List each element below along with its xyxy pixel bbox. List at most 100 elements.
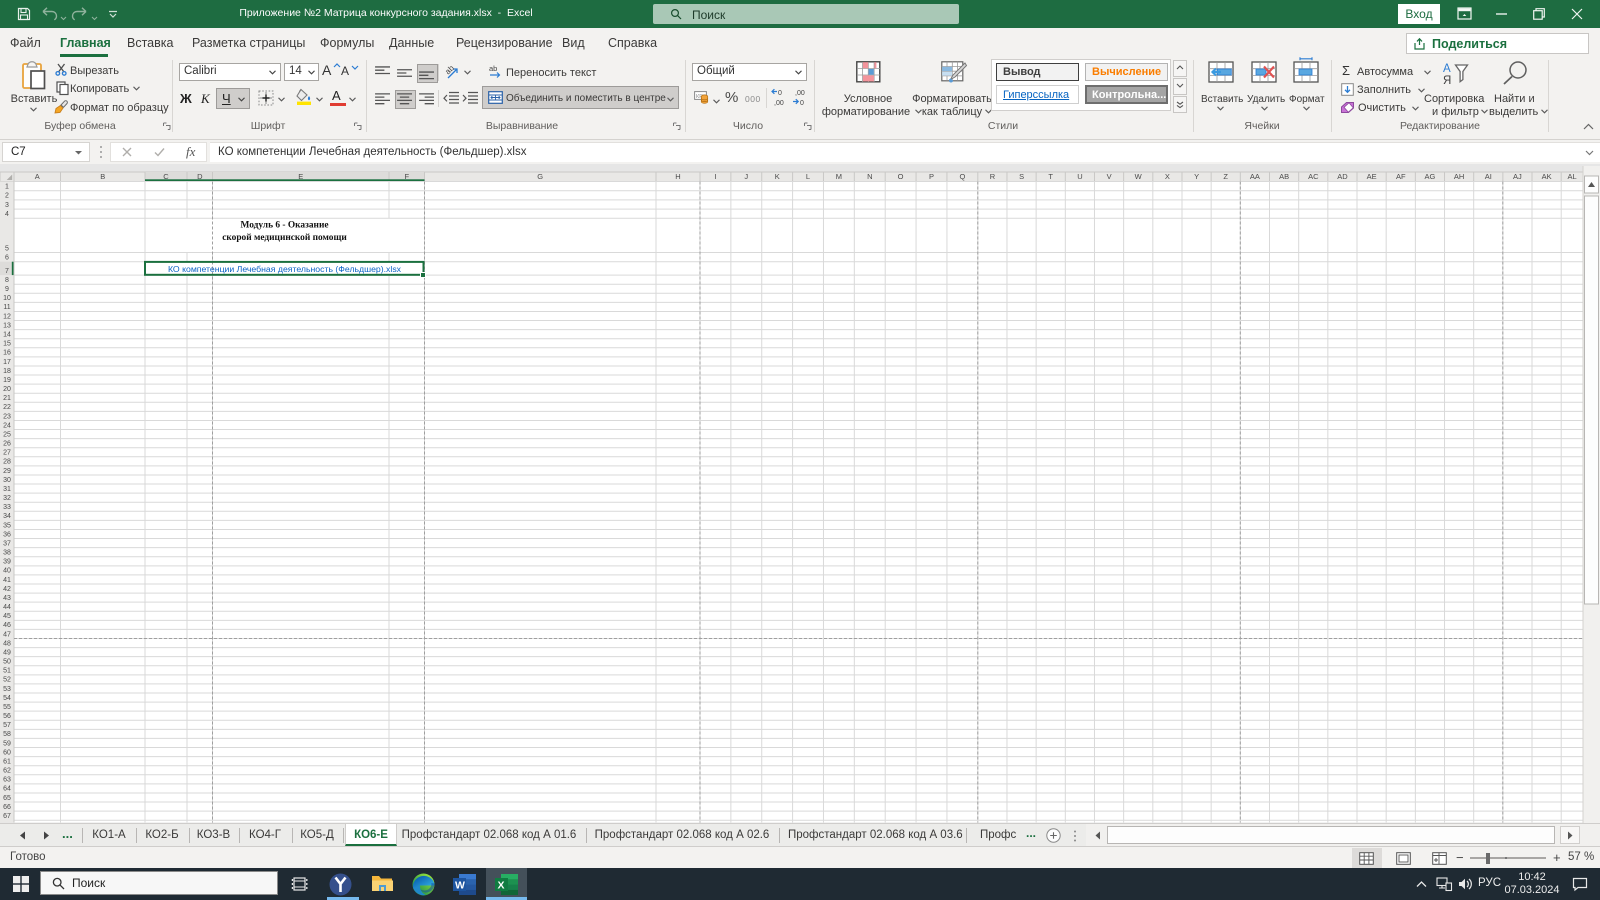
svg-text:0: 0: [778, 90, 782, 97]
svg-text:40: 40: [3, 568, 11, 575]
svg-text:13: 13: [3, 322, 11, 329]
svg-text:AA: AA: [1250, 172, 1260, 181]
svg-text:Q: Q: [959, 172, 965, 181]
svg-text:8: 8: [5, 277, 9, 284]
svg-text:50: 50: [3, 659, 11, 666]
svg-text:66: 66: [3, 804, 11, 811]
svg-text:38: 38: [3, 550, 11, 557]
svg-text:Z: Z: [1223, 172, 1228, 181]
svg-text:ab: ab: [443, 63, 456, 76]
svg-text:R: R: [990, 172, 996, 181]
svg-text:U: U: [1077, 172, 1082, 181]
svg-text:43: 43: [3, 595, 11, 602]
svg-text:37: 37: [3, 540, 11, 547]
svg-text:59: 59: [3, 740, 11, 747]
svg-text:65: 65: [3, 795, 11, 802]
svg-text:N: N: [867, 172, 872, 181]
svg-text:B: B: [100, 172, 105, 181]
svg-text:54: 54: [3, 695, 11, 702]
svg-text:25: 25: [3, 431, 11, 438]
svg-text:AL: AL: [1568, 172, 1577, 181]
svg-text:55: 55: [3, 704, 11, 711]
svg-text:6: 6: [5, 255, 9, 262]
svg-text:X: X: [498, 880, 505, 892]
svg-text:53: 53: [3, 686, 11, 693]
svg-text:,00: ,00: [795, 90, 805, 97]
svg-text:А: А: [1443, 63, 1451, 75]
svg-text:67: 67: [3, 813, 11, 820]
svg-text:34: 34: [3, 513, 11, 520]
svg-text:30: 30: [3, 477, 11, 484]
svg-text:скорой медицинской помощи: скорой медицинской помощи: [222, 232, 347, 243]
svg-text:56: 56: [3, 713, 11, 720]
svg-text:58: 58: [3, 731, 11, 738]
svg-text:X: X: [1165, 172, 1170, 181]
svg-text:32: 32: [3, 495, 11, 502]
svg-text:P: P: [929, 172, 934, 181]
svg-text:48: 48: [3, 640, 11, 647]
svg-text:AK: AK: [1542, 172, 1552, 181]
svg-text:24: 24: [3, 422, 11, 429]
svg-text:63: 63: [3, 777, 11, 784]
svg-text:44: 44: [3, 604, 11, 611]
svg-text:AF: AF: [1396, 172, 1406, 181]
svg-text:61: 61: [3, 759, 11, 766]
svg-text:36: 36: [3, 531, 11, 538]
svg-text:42: 42: [3, 586, 11, 593]
svg-text:33: 33: [3, 504, 11, 511]
svg-text:AH: AH: [1454, 172, 1464, 181]
svg-text:,00: ,00: [774, 100, 784, 107]
svg-text:11: 11: [3, 304, 10, 311]
svg-text:9: 9: [5, 286, 9, 293]
svg-text:AE: AE: [1367, 172, 1377, 181]
svg-text:57: 57: [3, 722, 11, 729]
svg-text:64: 64: [3, 786, 11, 793]
svg-text:A: A: [35, 172, 40, 181]
svg-text:31: 31: [3, 486, 11, 493]
svg-text:AC: AC: [1308, 172, 1319, 181]
svg-text:ab: ab: [489, 64, 497, 73]
svg-text:5: 5: [5, 245, 9, 252]
svg-text:15: 15: [3, 341, 11, 348]
svg-text:W: W: [1135, 172, 1143, 181]
svg-text:Я: Я: [1443, 75, 1451, 87]
svg-text:КО компетенции Лечебная деятел: КО компетенции Лечебная деятельность (Фе…: [168, 264, 402, 274]
svg-text:19: 19: [3, 377, 11, 384]
svg-text:AJ: AJ: [1513, 172, 1522, 181]
svg-text:27: 27: [3, 450, 11, 457]
svg-text:23: 23: [3, 413, 11, 420]
svg-text:1: 1: [5, 184, 9, 191]
svg-text:4: 4: [5, 211, 9, 218]
svg-text:62: 62: [3, 768, 11, 775]
svg-text:T: T: [1048, 172, 1053, 181]
svg-text:49: 49: [3, 650, 11, 657]
svg-text:22: 22: [3, 404, 11, 411]
svg-text:V: V: [1107, 172, 1112, 181]
svg-text:29: 29: [3, 468, 11, 475]
svg-text:I: I: [714, 172, 716, 181]
svg-text:60: 60: [3, 749, 11, 756]
svg-text:46: 46: [3, 622, 11, 629]
svg-text:3: 3: [5, 202, 9, 209]
svg-text:O: O: [898, 172, 904, 181]
svg-text:41: 41: [3, 577, 11, 584]
svg-text:K: K: [775, 172, 780, 181]
svg-text:21: 21: [3, 395, 11, 402]
svg-text:AI: AI: [1485, 172, 1492, 181]
svg-text:47: 47: [3, 631, 11, 638]
svg-text:S: S: [1019, 172, 1024, 181]
svg-text:12: 12: [3, 313, 11, 320]
svg-text:39: 39: [3, 559, 11, 566]
svg-text:AD: AD: [1337, 172, 1348, 181]
svg-text:28: 28: [3, 459, 11, 466]
svg-text:18: 18: [3, 368, 11, 375]
svg-text:14: 14: [3, 332, 11, 339]
svg-text:AB: AB: [1279, 172, 1289, 181]
svg-text:AG: AG: [1424, 172, 1435, 181]
svg-text:H: H: [675, 172, 680, 181]
svg-text:20: 20: [3, 386, 11, 393]
svg-text:45: 45: [3, 613, 11, 620]
svg-text:52: 52: [3, 677, 11, 684]
svg-text:W: W: [455, 880, 465, 892]
svg-text:2: 2: [5, 193, 9, 200]
